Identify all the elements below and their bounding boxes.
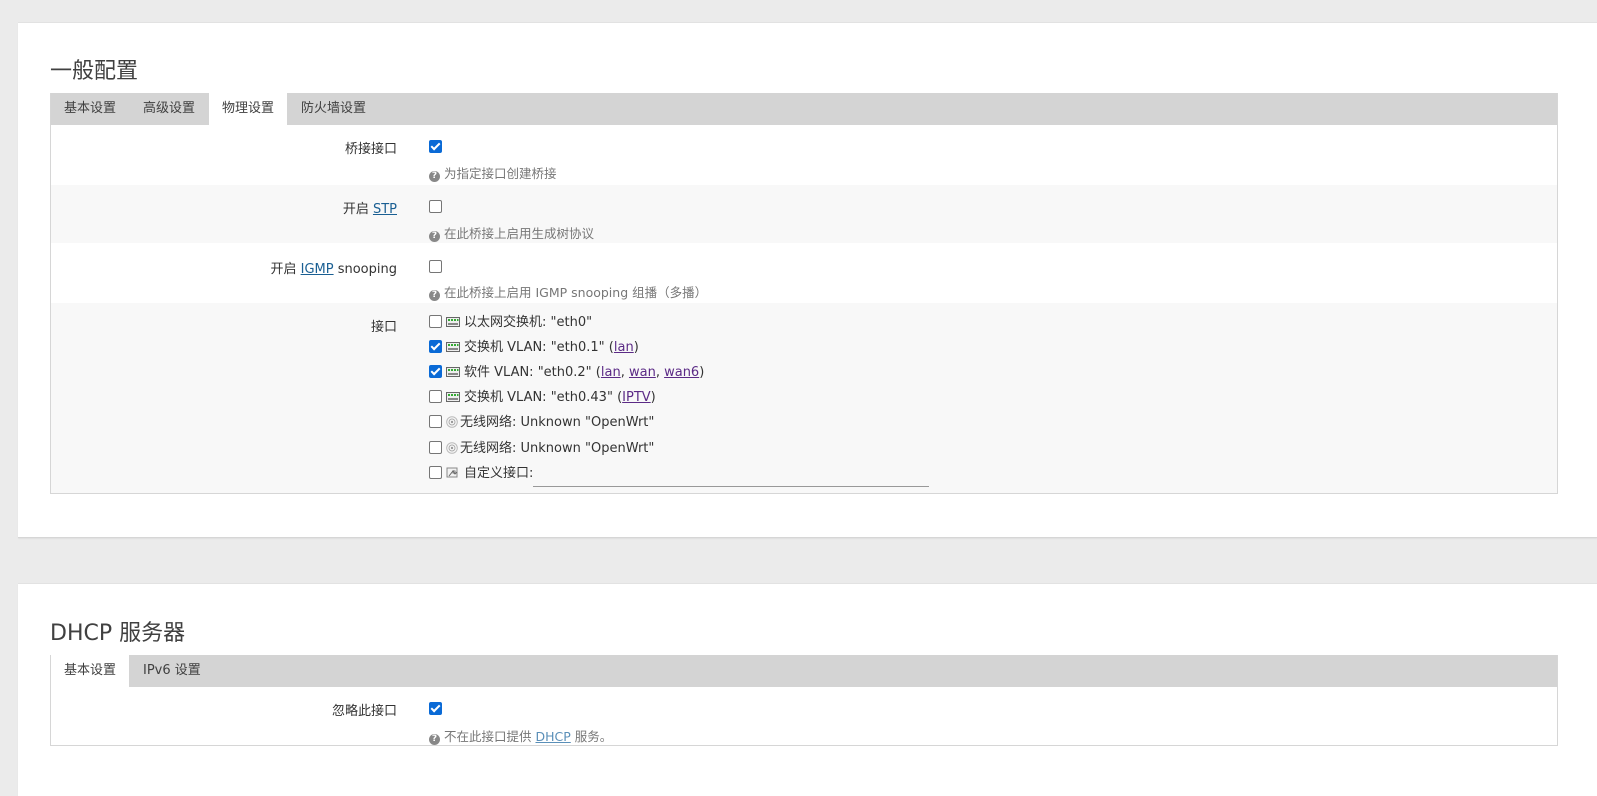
stp-hint: ? 在此桥接上启用生成树协议 xyxy=(429,223,594,242)
ethernet-switch-icon xyxy=(446,367,460,377)
network-link-wan[interactable]: wan xyxy=(629,365,656,380)
bridge-hint-text: 为指定接口创建桥接 xyxy=(444,166,557,181)
dhcp-link[interactable]: DHCP xyxy=(535,729,570,744)
ignore-hint-suffix: 服务。 xyxy=(570,729,613,744)
general-config-panel: 一般配置 基本设置 高级设置 物理设置 防火墙设置 桥接接口 ? 为指定接口创建桥… xyxy=(18,22,1597,538)
interface-checkbox-wireless-1[interactable] xyxy=(429,415,442,428)
stp-row: 开启 STP ? 在此桥接上启用生成树协议 xyxy=(51,185,1557,243)
interface-item-wireless-2: 无线网络: Unknown "OpenWrt" xyxy=(429,439,654,459)
ethernet-switch-icon xyxy=(446,342,460,352)
interface-checkbox-eth0-1[interactable] xyxy=(429,340,442,353)
bridge-hint: ? 为指定接口创建桥接 xyxy=(429,163,557,182)
interfaces-label: 接口 xyxy=(370,320,397,335)
ignore-interface-row: 忽略此接口 ? 不在此接口提供 DHCP 服务。 xyxy=(51,687,1557,745)
network-link-lan[interactable]: lan xyxy=(601,365,621,380)
custom-interface-icon xyxy=(446,467,458,478)
stp-label-prefix: 开启 xyxy=(342,202,373,217)
interface-text-eth0-1: 交换机 VLAN: "eth0.1" xyxy=(464,340,605,355)
tab-physical-settings[interactable]: 物理设置 xyxy=(209,93,288,125)
stp-hint-text: 在此桥接上启用生成树协议 xyxy=(444,226,595,241)
network-link-iptv[interactable]: IPTV xyxy=(622,390,651,405)
network-link-wan6[interactable]: wan6 xyxy=(664,365,699,380)
igmp-label-suffix: snooping xyxy=(333,262,397,277)
igmp-label-prefix: 开启 xyxy=(270,262,301,277)
tab-ipv6-settings[interactable]: IPv6 设置 xyxy=(130,655,214,687)
interface-item-wireless-1: 无线网络: Unknown "OpenWrt" xyxy=(429,413,654,433)
interface-text-wireless-1: 无线网络: Unknown "OpenWrt" xyxy=(460,415,655,430)
general-config-tabbox: 基本设置 高级设置 物理设置 防火墙设置 桥接接口 ? 为指定接口创建桥接 开启 … xyxy=(50,93,1558,494)
dhcp-tabbox: 基本设置 IPv6 设置 忽略此接口 ? 不在此接口提供 DHCP 服务。 xyxy=(50,655,1558,746)
interface-checkbox-eth0[interactable] xyxy=(429,315,442,328)
igmp-checkbox[interactable] xyxy=(429,260,442,273)
stp-label: 开启 STP xyxy=(343,198,397,217)
interface-text-eth0: 以太网交换机: "eth0" xyxy=(464,315,593,330)
ignore-hint-prefix: 不在此接口提供 xyxy=(444,729,536,744)
igmp-row: 开启 IGMP snooping ? 在此桥接上启用 IGMP snooping … xyxy=(51,243,1557,303)
stp-checkbox[interactable] xyxy=(429,200,442,213)
igmp-link[interactable]: IGMP xyxy=(301,262,334,277)
interface-checkbox-wireless-2[interactable] xyxy=(429,441,442,454)
igmp-hint-text: 在此桥接上启用 IGMP snooping 组播（多播） xyxy=(444,285,708,300)
help-icon: ? xyxy=(429,171,440,182)
ethernet-switch-icon xyxy=(446,317,460,327)
stp-link[interactable]: STP xyxy=(373,202,397,217)
igmp-label: 开启 IGMP snooping xyxy=(270,258,397,277)
wifi-icon xyxy=(446,416,458,428)
dhcp-server-panel: DHCP 服务器 基本设置 IPv6 设置 忽略此接口 ? 不在此接口提供 DHC… xyxy=(18,583,1597,796)
interface-item-eth0-1: 交换机 VLAN: "eth0.1" (lan) xyxy=(429,338,639,358)
dhcp-server-title: DHCP 服务器 xyxy=(50,621,186,646)
interface-checkbox-custom[interactable] xyxy=(429,466,442,479)
igmp-hint: ? 在此桥接上启用 IGMP snooping 组播（多播） xyxy=(429,282,707,301)
interface-text-eth0-43: 交换机 VLAN: "eth0.43" xyxy=(464,390,613,405)
interface-text-wireless-2: 无线网络: Unknown "OpenWrt" xyxy=(460,441,655,456)
tab-dhcp-basic-settings[interactable]: 基本设置 xyxy=(51,655,130,687)
dhcp-tabbar: 基本设置 IPv6 设置 xyxy=(51,655,1557,687)
help-icon: ? xyxy=(429,290,440,301)
interfaces-row: 接口 以太网交换机: "eth0" 交换机 VLAN: "eth0.1" (la… xyxy=(51,303,1557,493)
interface-text-eth0-2: 软件 VLAN: "eth0.2" xyxy=(464,365,592,380)
tab-advanced-settings[interactable]: 高级设置 xyxy=(130,93,208,125)
bridge-label: 桥接接口 xyxy=(344,142,397,157)
bridge-row: 桥接接口 ? 为指定接口创建桥接 xyxy=(51,125,1557,185)
interface-item-eth0-2: 软件 VLAN: "eth0.2" (lan, wan, wan6) xyxy=(429,363,704,383)
network-link-lan[interactable]: lan xyxy=(614,340,634,355)
help-icon: ? xyxy=(429,734,440,745)
ignore-interface-label: 忽略此接口 xyxy=(331,704,397,719)
help-icon: ? xyxy=(429,231,440,242)
wifi-icon xyxy=(446,442,458,454)
custom-interface-input[interactable] xyxy=(533,467,930,487)
ethernet-switch-icon xyxy=(446,392,460,402)
general-config-title: 一般配置 xyxy=(50,59,139,84)
ignore-interface-hint: ? 不在此接口提供 DHCP 服务。 xyxy=(429,726,612,745)
interface-text-custom: 自定义接口: xyxy=(464,466,534,481)
interface-item-eth0: 以太网交换机: "eth0" xyxy=(429,313,592,333)
interface-item-custom: 自定义接口: xyxy=(429,464,930,487)
general-config-tabbar: 基本设置 高级设置 物理设置 防火墙设置 xyxy=(51,93,1557,125)
interface-checkbox-eth0-2[interactable] xyxy=(429,365,442,378)
bridge-checkbox[interactable] xyxy=(429,140,442,153)
tab-basic-settings[interactable]: 基本设置 xyxy=(51,93,129,125)
tab-firewall-settings[interactable]: 防火墙设置 xyxy=(288,93,379,125)
interface-item-eth0-43: 交换机 VLAN: "eth0.43" (IPTV) xyxy=(429,388,656,408)
interface-checkbox-eth0-43[interactable] xyxy=(429,390,442,403)
ignore-interface-checkbox[interactable] xyxy=(429,702,442,715)
